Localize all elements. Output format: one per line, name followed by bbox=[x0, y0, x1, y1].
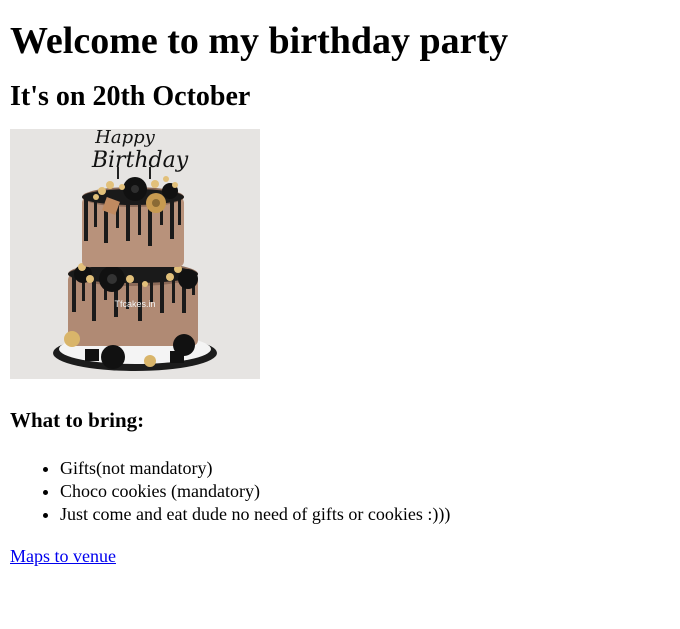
cake-image: Happy Birthday Tfcakes.in bbox=[10, 129, 260, 379]
page: Welcome to my birthday party It's on 20t… bbox=[0, 18, 680, 567]
image-watermark: Tfcakes.in bbox=[114, 299, 155, 309]
bring-list: Gifts(not mandatory) Choco cookies (mand… bbox=[10, 457, 670, 526]
bring-heading: What to bring: bbox=[10, 408, 145, 432]
list-item: Just come and eat dude no need of gifts … bbox=[60, 503, 670, 526]
list-item: Gifts(not mandatory) bbox=[60, 457, 670, 480]
cake-topper-line2: Birthday bbox=[91, 148, 189, 173]
date-heading: It's on 20th October bbox=[10, 81, 251, 112]
list-item: Choco cookies (mandatory) bbox=[60, 480, 670, 503]
page-title: Welcome to my birthday party bbox=[10, 20, 509, 62]
cake-topper-line1: Happy bbox=[94, 129, 155, 148]
maps-link[interactable]: Maps to venue bbox=[10, 546, 116, 567]
